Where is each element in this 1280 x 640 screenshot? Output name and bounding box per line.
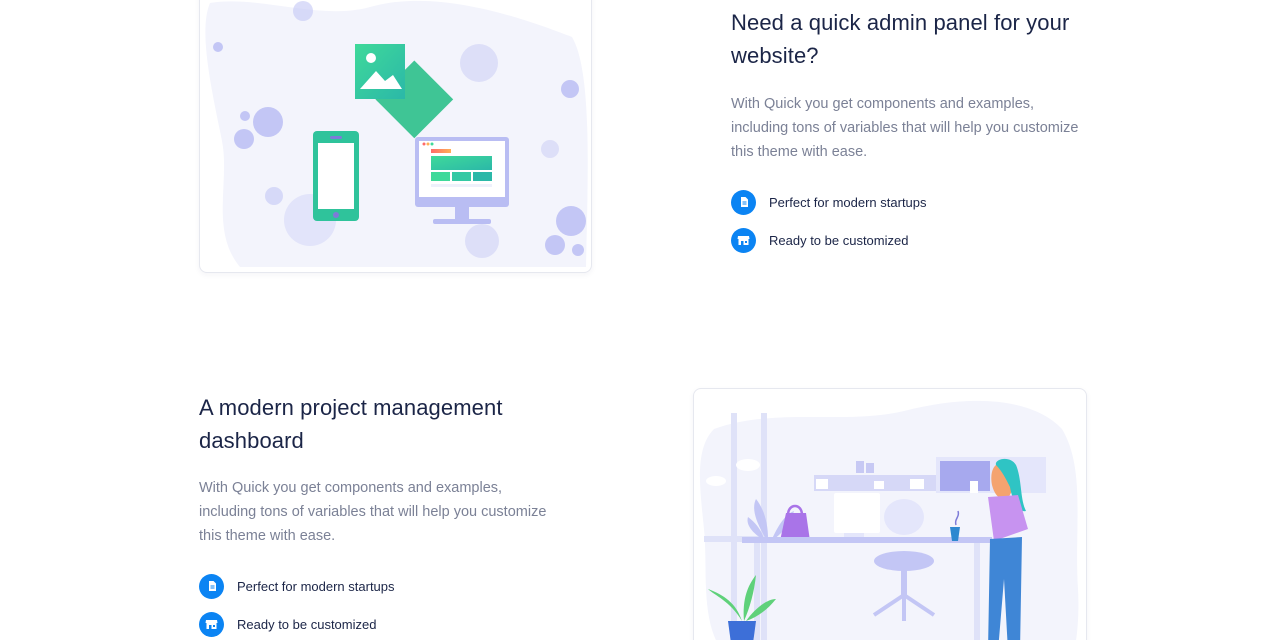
document-icon: [199, 573, 224, 599]
section2-paragraph: With Quick you get components and exampl…: [199, 480, 547, 544]
store-icon: [199, 611, 224, 637]
section2-feature-customized: Ready to be customized: [199, 611, 376, 637]
section1-heading: Need a quick admin panel for your websit…: [731, 10, 1070, 68]
document-icon: [731, 189, 756, 215]
section1-paragraph: With Quick you get components and exampl…: [731, 96, 1079, 160]
section2-feature-startups: Perfect for modern startups: [199, 573, 395, 599]
section1-feature-startups: Perfect for modern startups: [731, 189, 927, 215]
store-icon: [731, 227, 756, 253]
office-illustration-card: [693, 388, 1087, 640]
feature-label: Ready to be customized: [769, 232, 909, 248]
devices-illustration: [205, 0, 588, 268]
feature-label: Perfect for modern startups: [237, 578, 395, 594]
section2-heading: A modern project management dashboard: [199, 395, 503, 453]
feature-label: Ready to be customized: [237, 616, 377, 632]
devices-illustration-card: [199, 0, 592, 273]
feature-label: Perfect for modern startups: [769, 194, 927, 210]
office-illustration: [699, 395, 1082, 640]
section1-feature-customized: Ready to be customized: [731, 227, 908, 253]
